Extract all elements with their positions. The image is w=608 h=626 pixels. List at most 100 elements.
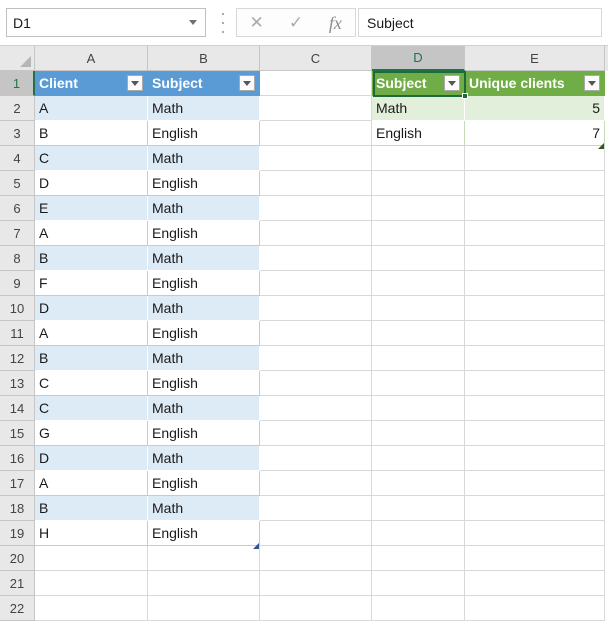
cell-a1[interactable]: Client xyxy=(35,71,148,96)
cell-e12[interactable] xyxy=(465,346,605,371)
cell-e14[interactable] xyxy=(465,396,605,421)
cell-d20[interactable] xyxy=(372,546,465,571)
cell-b20[interactable] xyxy=(148,546,260,571)
cell-b12[interactable]: Math xyxy=(148,346,260,371)
cell-e4[interactable] xyxy=(465,146,605,171)
table-resize-handle-summary[interactable] xyxy=(598,143,604,149)
cell-b22[interactable] xyxy=(148,596,260,621)
cell-e21[interactable] xyxy=(465,571,605,596)
cell-a16[interactable]: D xyxy=(35,446,148,471)
cell-a15[interactable]: G xyxy=(35,421,148,446)
cell-d9[interactable] xyxy=(372,271,465,296)
select-all-corner-icon[interactable] xyxy=(0,46,35,71)
cell-e22[interactable] xyxy=(465,596,605,621)
chevron-down-icon[interactable] xyxy=(189,20,197,25)
cell-b8[interactable]: Math xyxy=(148,246,260,271)
cell-e1[interactable]: Unique clients xyxy=(465,71,605,96)
cell-d18[interactable] xyxy=(372,496,465,521)
filter-dropdown-icon[interactable] xyxy=(127,75,143,91)
cell-a2[interactable]: A xyxy=(35,96,148,121)
cell-c3[interactable] xyxy=(260,121,372,146)
cell-e9[interactable] xyxy=(465,271,605,296)
cell-a9[interactable]: F xyxy=(35,271,148,296)
cell-b3[interactable]: English xyxy=(148,121,260,146)
cell-e2[interactable]: 5 xyxy=(465,96,605,121)
row-header-17[interactable]: 17 xyxy=(0,471,35,496)
column-header-d[interactable]: D xyxy=(372,46,465,71)
row-header-22[interactable]: 22 xyxy=(0,596,35,621)
cell-e16[interactable] xyxy=(465,446,605,471)
cell-b21[interactable] xyxy=(148,571,260,596)
cell-e5[interactable] xyxy=(465,171,605,196)
cell-b1[interactable]: Subject xyxy=(148,71,260,96)
cell-e6[interactable] xyxy=(465,196,605,221)
cell-d5[interactable] xyxy=(372,171,465,196)
cell-e10[interactable] xyxy=(465,296,605,321)
row-header-16[interactable]: 16 xyxy=(0,446,35,471)
cell-c11[interactable] xyxy=(260,321,372,346)
name-box[interactable]: D1 xyxy=(6,8,206,37)
column-header-e[interactable]: E xyxy=(465,46,605,71)
close-icon[interactable]: ✕ xyxy=(240,14,274,31)
cell-c7[interactable] xyxy=(260,221,372,246)
cell-d17[interactable] xyxy=(372,471,465,496)
cell-d3[interactable]: English xyxy=(372,121,465,146)
row-header-20[interactable]: 20 xyxy=(0,546,35,571)
cell-c8[interactable] xyxy=(260,246,372,271)
cell-b7[interactable]: English xyxy=(148,221,260,246)
cell-d2[interactable]: Math xyxy=(372,96,465,121)
row-header-2[interactable]: 2 xyxy=(0,96,35,121)
cell-e3[interactable]: 7 xyxy=(465,121,605,146)
cell-b5[interactable]: English xyxy=(148,171,260,196)
fx-icon[interactable]: fx xyxy=(318,14,352,32)
cell-b18[interactable]: Math xyxy=(148,496,260,521)
spreadsheet-grid[interactable]: A B C D E 1 Client Subject Subject Uniqu… xyxy=(0,46,608,626)
row-header-6[interactable]: 6 xyxy=(0,196,35,221)
cell-c17[interactable] xyxy=(260,471,372,496)
cell-e19[interactable] xyxy=(465,521,605,546)
cell-a18[interactable]: B xyxy=(35,496,148,521)
row-header-7[interactable]: 7 xyxy=(0,221,35,246)
row-header-19[interactable]: 19 xyxy=(0,521,35,546)
cell-e18[interactable] xyxy=(465,496,605,521)
table-resize-handle-source[interactable] xyxy=(253,543,259,549)
formula-input[interactable]: Subject xyxy=(358,8,602,37)
cell-d11[interactable] xyxy=(372,321,465,346)
cell-c9[interactable] xyxy=(260,271,372,296)
cell-c5[interactable] xyxy=(260,171,372,196)
cell-c16[interactable] xyxy=(260,446,372,471)
cell-a11[interactable]: A xyxy=(35,321,148,346)
cell-b13[interactable]: English xyxy=(148,371,260,396)
cell-a3[interactable]: B xyxy=(35,121,148,146)
cell-a10[interactable]: D xyxy=(35,296,148,321)
cell-a6[interactable]: E xyxy=(35,196,148,221)
cell-e13[interactable] xyxy=(465,371,605,396)
check-icon[interactable]: ✓ xyxy=(279,14,313,31)
cell-e17[interactable] xyxy=(465,471,605,496)
cell-c13[interactable] xyxy=(260,371,372,396)
cell-c14[interactable] xyxy=(260,396,372,421)
cell-a20[interactable] xyxy=(35,546,148,571)
filter-dropdown-icon[interactable] xyxy=(239,75,255,91)
cell-b2[interactable]: Math xyxy=(148,96,260,121)
cell-e11[interactable] xyxy=(465,321,605,346)
column-header-a[interactable]: A xyxy=(35,46,148,71)
column-header-c[interactable]: C xyxy=(260,46,372,71)
cell-d14[interactable] xyxy=(372,396,465,421)
row-header-5[interactable]: 5 xyxy=(0,171,35,196)
row-header-9[interactable]: 9 xyxy=(0,271,35,296)
cell-a22[interactable] xyxy=(35,596,148,621)
cell-c19[interactable] xyxy=(260,521,372,546)
cell-d6[interactable] xyxy=(372,196,465,221)
row-header-10[interactable]: 10 xyxy=(0,296,35,321)
cell-c6[interactable] xyxy=(260,196,372,221)
filter-dropdown-icon[interactable] xyxy=(584,75,600,91)
cell-e20[interactable] xyxy=(465,546,605,571)
cell-d8[interactable] xyxy=(372,246,465,271)
cell-c1[interactable] xyxy=(260,71,372,96)
row-header-8[interactable]: 8 xyxy=(0,246,35,271)
cell-c12[interactable] xyxy=(260,346,372,371)
cell-a14[interactable]: C xyxy=(35,396,148,421)
cell-c18[interactable] xyxy=(260,496,372,521)
cell-b16[interactable]: Math xyxy=(148,446,260,471)
